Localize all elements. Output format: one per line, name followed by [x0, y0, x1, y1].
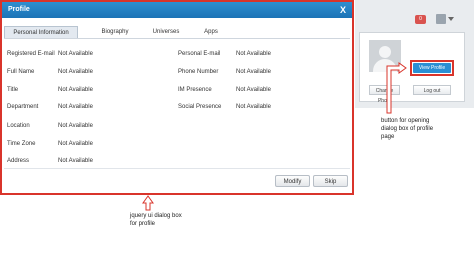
dialog-annotation-line-2: for profile	[130, 221, 156, 227]
button-annotation-line-3: page	[381, 134, 395, 140]
dialog-annotation-line-1: jquery ui dialog box	[130, 213, 182, 219]
dialog-annotation: jquery ui dialog box for profile	[130, 212, 182, 228]
dialog-arrow-icon	[142, 195, 154, 211]
button-annotation-line-2: dialog box of profile	[381, 126, 434, 132]
button-annotation-line-1: button for opening	[381, 118, 430, 124]
button-arrow-icon	[386, 62, 407, 114]
button-annotation: button for opening dialog box of profile…	[381, 117, 433, 141]
